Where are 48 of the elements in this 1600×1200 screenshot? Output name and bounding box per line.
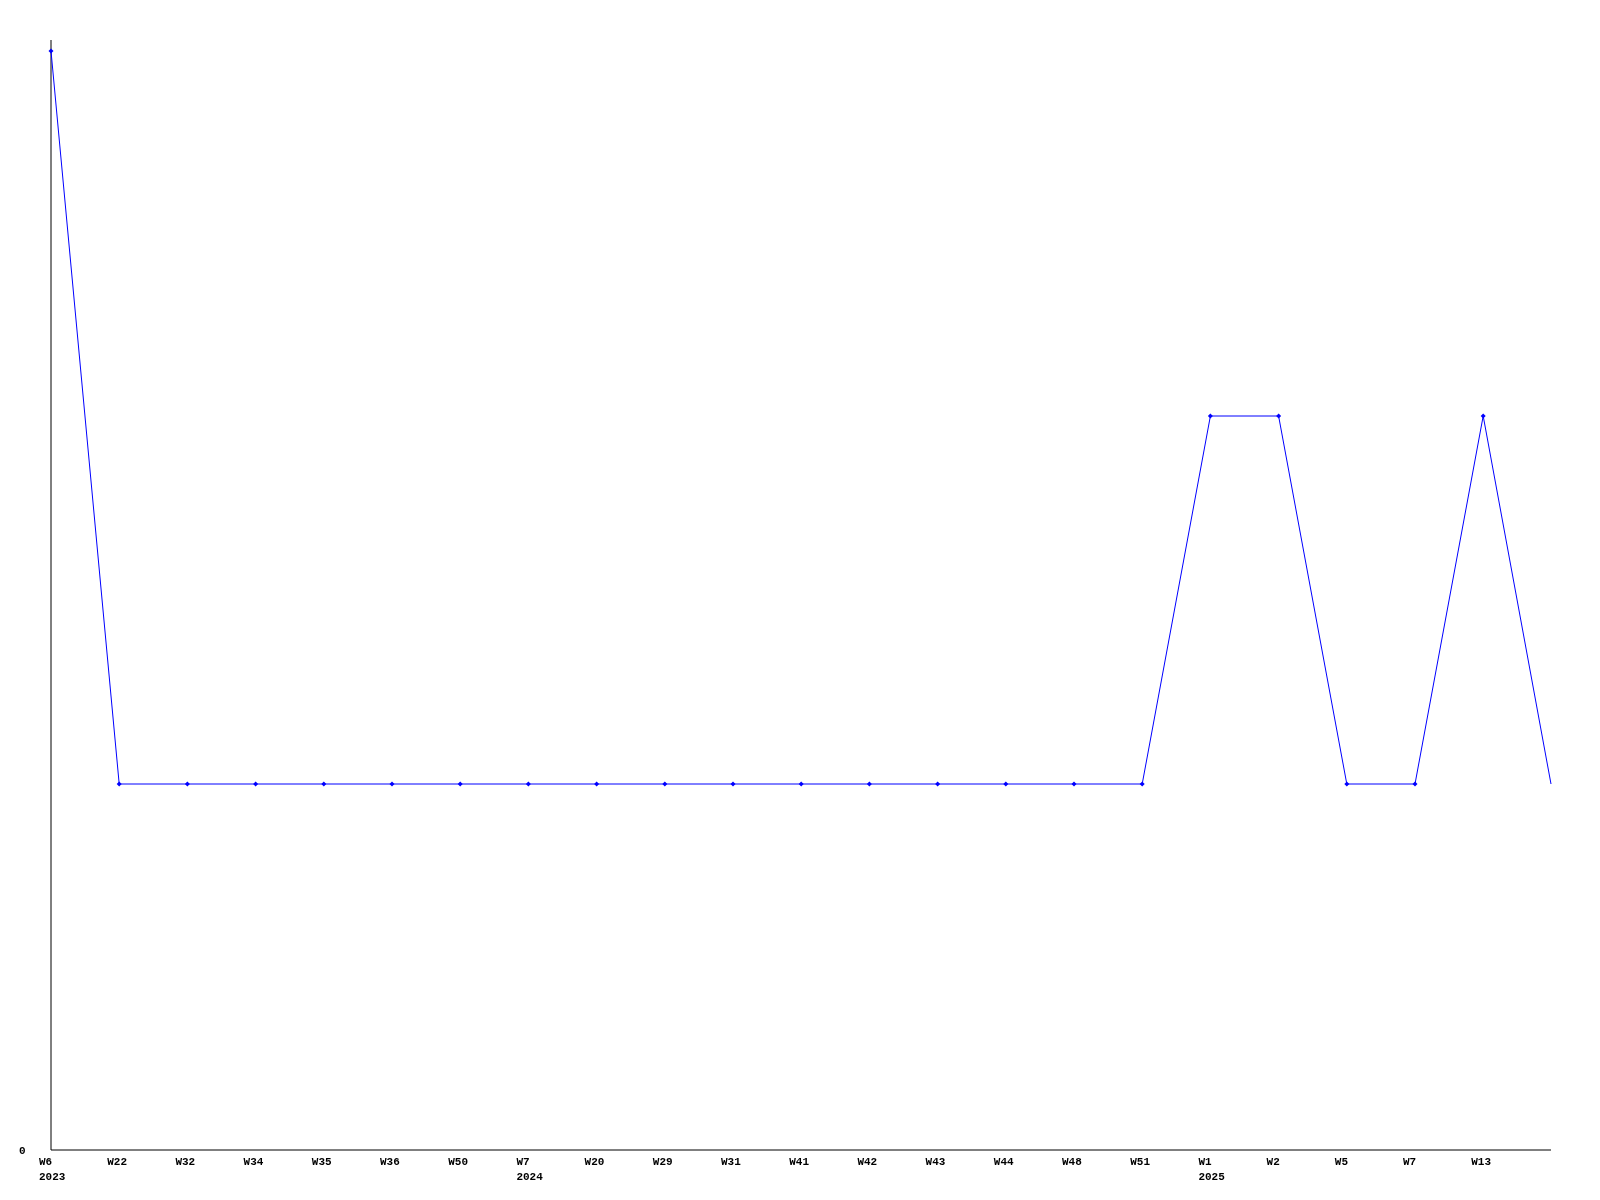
data-point-marker	[525, 781, 531, 787]
x-tick-label: W6	[39, 1156, 53, 1168]
x-tick-label: W35	[311, 1156, 332, 1168]
x-tick-label: W7	[1403, 1156, 1417, 1168]
data-point-marker	[253, 781, 259, 787]
x-tick-label: W36	[380, 1156, 400, 1168]
data-point-marker	[1344, 781, 1350, 787]
x-tick-label: W43	[925, 1156, 946, 1168]
x-tick-label: W44	[993, 1156, 1014, 1168]
data-point-marker	[48, 48, 54, 54]
data-point-marker	[389, 781, 395, 787]
data-point-marker	[866, 781, 872, 787]
x-tick-label: W41	[789, 1156, 809, 1168]
data-point-marker	[1207, 413, 1213, 419]
y-tick-label: 0	[19, 1145, 26, 1157]
data-point-marker	[730, 781, 736, 787]
x-tick-label: W50	[448, 1156, 468, 1168]
year-label: 2023	[39, 1171, 66, 1183]
x-tick-label: W42	[857, 1156, 878, 1168]
x-tick-label: W1	[1198, 1156, 1212, 1168]
x-tick-label: W13	[1471, 1156, 1491, 1168]
data-point-marker	[1276, 413, 1282, 419]
data-point-marker	[1139, 781, 1145, 787]
x-tick-label: W48	[1062, 1156, 1082, 1168]
data-point-marker	[1003, 781, 1009, 787]
x-tick-label: W31	[721, 1156, 741, 1168]
data-point-marker	[321, 781, 327, 787]
x-tick-label: W51	[1130, 1156, 1150, 1168]
data-point-marker	[1071, 781, 1077, 787]
x-tick-label: W29	[652, 1156, 673, 1168]
data-point-marker	[1412, 781, 1418, 787]
x-tick-label: W32	[175, 1156, 196, 1168]
year-label: 2024	[516, 1171, 543, 1183]
x-tick-label: W22	[107, 1156, 127, 1168]
x-tick-label: W7	[516, 1156, 530, 1168]
data-point-marker	[184, 781, 190, 787]
data-point-marker	[798, 781, 804, 787]
x-tick-label: W34	[243, 1156, 264, 1168]
x-tick-label: W20	[584, 1156, 605, 1168]
data-point-marker	[116, 781, 122, 787]
year-label: 2025	[1198, 1171, 1225, 1183]
data-point-marker	[457, 781, 463, 787]
x-tick-label: W5	[1334, 1156, 1348, 1168]
data-point-marker	[935, 781, 941, 787]
data-point-marker	[594, 781, 600, 787]
x-tick-label: W2	[1266, 1156, 1280, 1168]
data-point-marker	[1480, 413, 1486, 419]
data-point-marker	[662, 781, 668, 787]
